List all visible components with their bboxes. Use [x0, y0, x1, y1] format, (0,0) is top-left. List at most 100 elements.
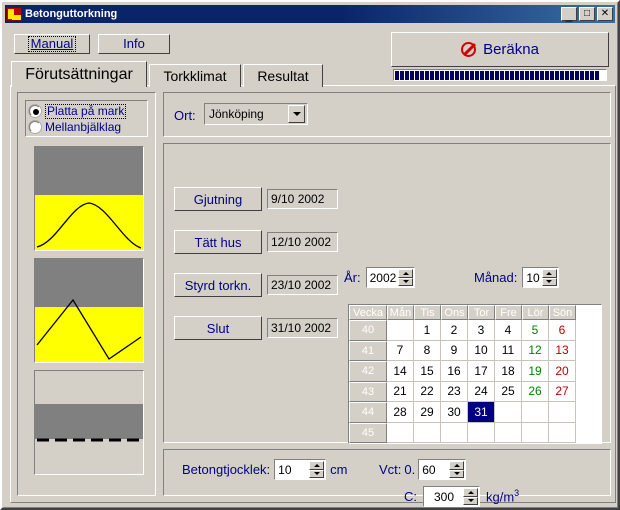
milestone-date-value: 23/10 2002 — [271, 278, 332, 292]
radio-label: Mellanbjälklag — [45, 119, 122, 134]
calendar-day-cell[interactable]: 22 — [414, 381, 441, 403]
calendar-empty-cell — [495, 422, 522, 444]
milestone-date-value: 31/10 2002 — [271, 321, 332, 335]
calendar-day-cell[interactable]: 28 — [387, 402, 414, 423]
calendar-day-cell[interactable]: 11 — [495, 340, 522, 362]
vct-stepper-arrows[interactable] — [449, 461, 465, 478]
calendar-header-tor: Tor — [468, 305, 495, 321]
month-field-group: Månad: 10 — [474, 267, 559, 288]
calendar-day-cell[interactable]: 2 — [441, 320, 468, 341]
radio-mellanbjalklag[interactable]: Mellanbjälklag — [29, 119, 147, 135]
milestone-button-tatt-hus[interactable]: Tätt hus — [174, 230, 262, 254]
spin-down-icon[interactable] — [541, 277, 557, 286]
calendar-week-number: 44 — [349, 402, 387, 423]
calendar-header-sön: Sön — [549, 305, 576, 321]
calendar-day-cell[interactable]: 29 — [414, 402, 441, 423]
calendar-week-row: 41 7 8 9 10 11 12 13 — [349, 340, 601, 362]
calendar-day-cell[interactable]: 15 — [414, 361, 441, 382]
info-button[interactable]: Info — [98, 34, 170, 54]
calendar-grid[interactable]: Vecka Mån Tis Ons Tor Fre Lör Sön 40 1 2 3 4 5 6 41 7 8 9 1… — [348, 304, 602, 444]
calendar-day-cell[interactable]: 12 — [522, 340, 549, 362]
tab-resultat[interactable]: Resultat — [243, 64, 323, 87]
cement-stepper[interactable]: 300 — [423, 486, 480, 507]
thickness-stepper-arrows[interactable] — [309, 461, 325, 478]
spin-up-icon[interactable] — [309, 461, 325, 470]
title-bar[interactable]: Betonguttorkning _ □ ✕ — [5, 5, 615, 23]
maximize-button[interactable]: □ — [579, 7, 595, 21]
tab-forutsattningar[interactable]: Förutsättningar — [11, 61, 147, 87]
calendar-day-cell[interactable]: 16 — [441, 361, 468, 382]
calendar-day-cell[interactable]: 5 — [522, 320, 549, 341]
calendar-day-cell[interactable]: 19 — [522, 361, 549, 382]
calendar-day-cell[interactable]: 26 — [522, 381, 549, 403]
calendar-day-cell[interactable]: 10 — [468, 340, 495, 362]
calendar-day-cell[interactable]: 6 — [549, 320, 576, 341]
milestone-button-gjutning[interactable]: Gjutning — [174, 187, 262, 211]
milestone-date-tatt-hus[interactable]: 12/10 2002 — [267, 232, 338, 252]
month-stepper[interactable]: 10 — [522, 267, 559, 288]
calendar-week-row: 42 14 15 16 17 18 19 20 — [349, 361, 601, 382]
calendar-week-row: 45 — [349, 422, 601, 444]
calendar-day-cell[interactable]: 7 — [387, 340, 414, 362]
tab-label: Resultat — [257, 68, 309, 84]
spin-up-icon[interactable] — [398, 269, 414, 278]
cement-stepper-arrows[interactable] — [463, 488, 478, 505]
calendar-week-number: 42 — [349, 361, 387, 382]
calendar-day-cell[interactable]: 20 — [549, 361, 576, 382]
radio-platta-pa-mark[interactable]: Platta på mark — [29, 103, 147, 119]
location-select[interactable]: Jönköping — [204, 103, 308, 125]
milestone-date-gjutning[interactable]: 9/10 2002 — [267, 189, 338, 209]
calendar-day-cell[interactable]: 3 — [468, 320, 495, 341]
thickness-stepper[interactable]: 10 — [274, 459, 327, 480]
milestone-date-styrd-torkning[interactable]: 23/10 2002 — [267, 275, 338, 295]
calendar-day-cell[interactable]: 9 — [441, 340, 468, 362]
year-stepper[interactable]: 2002 — [365, 267, 416, 288]
milestone-button-styrd-torkning[interactable]: Styrd torkn. — [174, 273, 262, 297]
spin-down-icon[interactable] — [398, 277, 414, 286]
milestone-date-slut[interactable]: 31/10 2002 — [267, 318, 338, 338]
tab-torkklimat[interactable]: Torkklimat — [149, 64, 241, 87]
calendar-day-cell[interactable]: 24 — [468, 381, 495, 403]
thickness-unit: cm — [330, 462, 348, 477]
calendar-day-cell[interactable]: 13 — [549, 340, 576, 362]
close-button[interactable]: ✕ — [597, 7, 613, 21]
calendar-day-cell[interactable]: 14 — [387, 361, 414, 382]
spin-up-icon[interactable] — [541, 269, 557, 278]
minimize-button[interactable]: _ — [561, 7, 577, 21]
construction-type-panel: Platta på mark Mellanbjälklag — [17, 92, 156, 496]
spin-down-icon[interactable] — [309, 469, 325, 478]
milestone-date-value: 12/10 2002 — [271, 235, 332, 249]
calendar-day-cell[interactable]: 21 — [387, 381, 414, 403]
spin-down-icon[interactable] — [463, 496, 478, 505]
manual-button[interactable]: Manual — [14, 34, 90, 54]
chevron-down-icon[interactable] — [288, 105, 305, 123]
vct-stepper[interactable]: 60 — [418, 459, 467, 480]
year-value: 2002 — [369, 270, 397, 285]
radio-label: Platta på mark — [45, 103, 127, 119]
milestone-button-label: Gjutning — [193, 191, 243, 207]
cement-label: C: — [404, 489, 417, 504]
year-stepper-arrows[interactable] — [398, 269, 414, 286]
calendar-day-cell[interactable]: 31 — [468, 402, 495, 423]
calendar-header-mån: Mån — [387, 305, 414, 321]
calendar-empty-cell — [441, 422, 468, 444]
calendar-empty-cell — [522, 402, 549, 423]
calendar-day-cell[interactable]: 18 — [495, 361, 522, 382]
calendar-day-cell[interactable]: 27 — [549, 381, 576, 403]
figure-intermediate-slab-curve — [34, 258, 144, 363]
year-field-group: År: 2002 — [344, 267, 416, 288]
calendar-day-cell[interactable]: 25 — [495, 381, 522, 403]
month-stepper-arrows[interactable] — [541, 269, 557, 286]
calendar-day-cell[interactable]: 17 — [468, 361, 495, 382]
spin-down-icon[interactable] — [449, 469, 465, 478]
spin-up-icon[interactable] — [449, 461, 465, 470]
milestone-button-slut[interactable]: Slut — [174, 316, 262, 340]
calendar-day-cell[interactable]: 1 — [414, 320, 441, 341]
calendar-day-cell[interactable]: 8 — [414, 340, 441, 362]
calendar-empty-cell — [522, 422, 549, 444]
calendar-day-cell[interactable]: 23 — [441, 381, 468, 403]
spin-up-icon[interactable] — [463, 488, 478, 497]
calendar-day-cell[interactable]: 30 — [441, 402, 468, 423]
calendar-day-cell[interactable]: 4 — [495, 320, 522, 341]
manual-button-label: Manual — [27, 36, 77, 52]
